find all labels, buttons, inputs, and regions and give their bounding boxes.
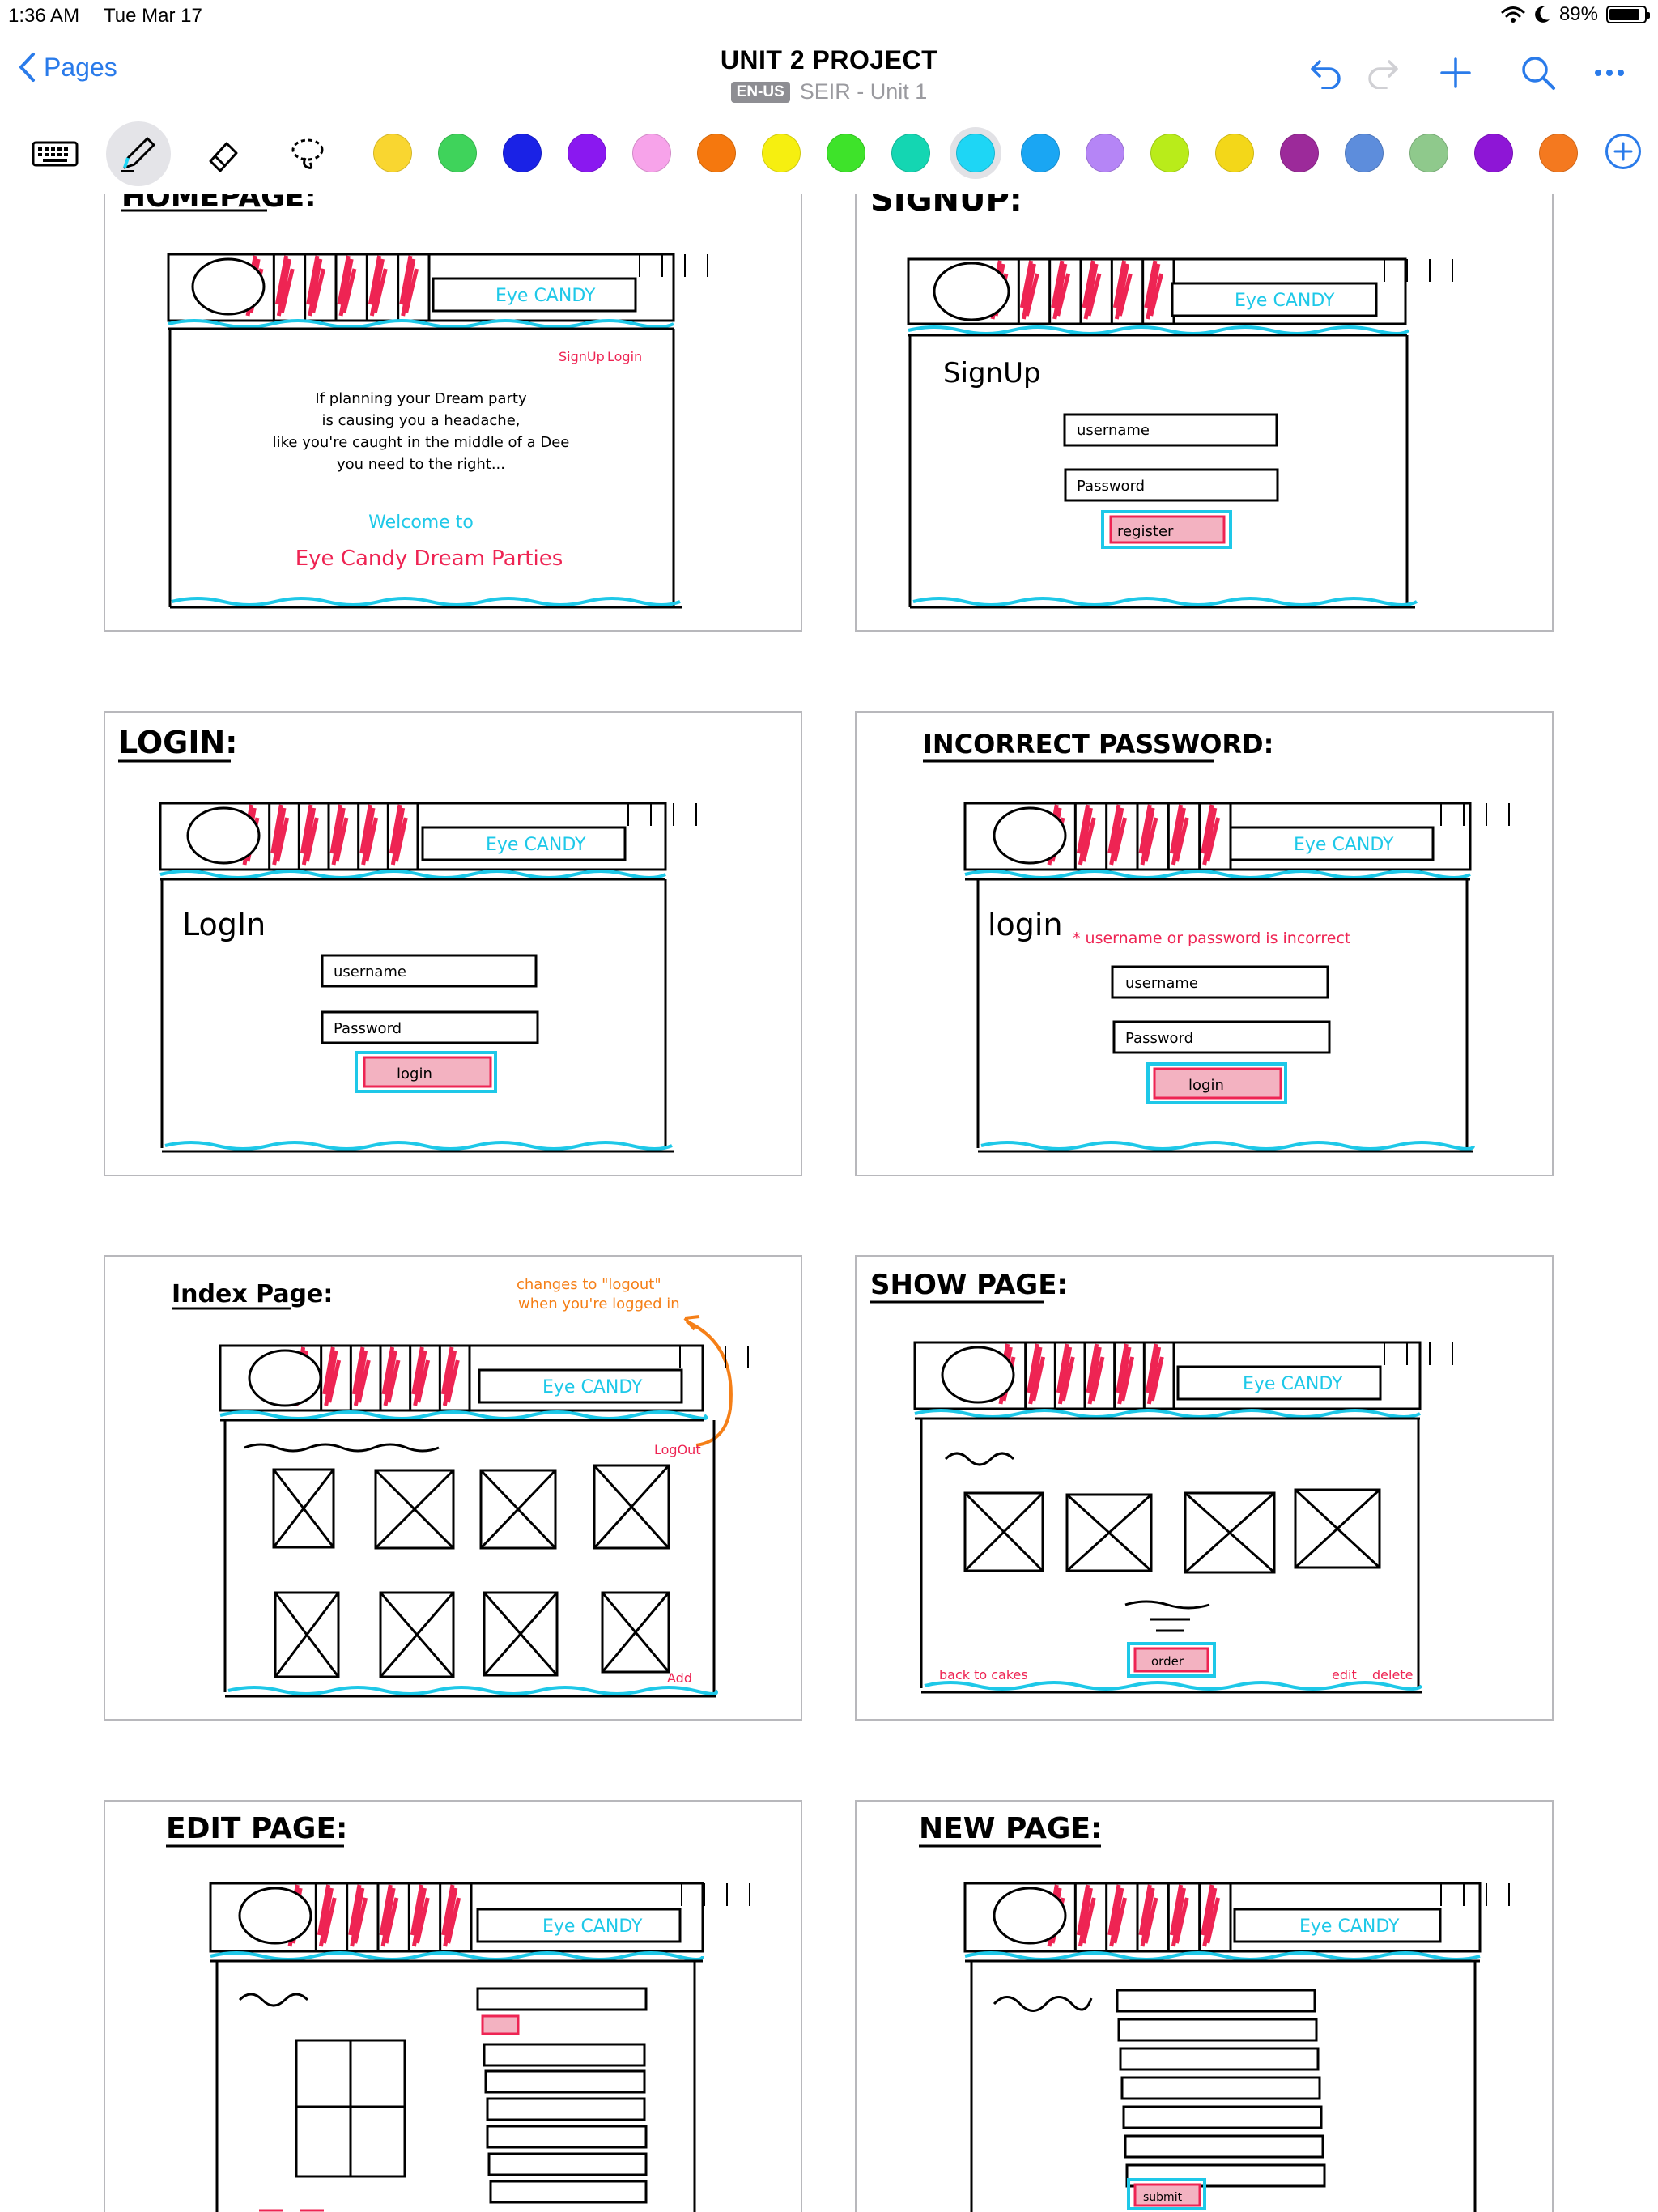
status-time: 1:36 AM: [8, 5, 80, 27]
undo-icon: [1311, 60, 1341, 89]
color-swatch[interactable]: [1280, 134, 1319, 172]
color-swatch[interactable]: [956, 134, 995, 172]
color-swatch[interactable]: [1409, 134, 1448, 172]
color-swatch[interactable]: [1150, 134, 1189, 172]
lasso-tool-button[interactable]: [275, 121, 340, 186]
wifi-icon: [1501, 6, 1525, 23]
pen-tool-button[interactable]: [106, 121, 171, 186]
add-button[interactable]: [1431, 49, 1480, 97]
notebook-page-5[interactable]: [104, 1255, 802, 1721]
color-swatch[interactable]: [827, 134, 865, 172]
battery-level: [1609, 9, 1640, 20]
search-icon: [1522, 57, 1555, 90]
status-right: 89%: [1501, 3, 1650, 26]
search-button[interactable]: [1514, 49, 1562, 97]
drawing-toolbar: [0, 113, 1658, 194]
notebook-page-1[interactable]: [104, 194, 802, 632]
color-swatch[interactable]: [1021, 134, 1060, 172]
color-swatch[interactable]: [438, 134, 477, 172]
battery-percent: 89%: [1558, 3, 1598, 25]
color-swatch[interactable]: [891, 134, 930, 172]
add-color-button[interactable]: [1605, 134, 1641, 169]
battery-icon: [1606, 6, 1650, 23]
pen-icon: [121, 137, 155, 172]
keyboard-icon: [32, 141, 79, 167]
more-icon: [1595, 70, 1624, 76]
eraser-icon: [209, 142, 238, 172]
notebook-page-2[interactable]: [855, 194, 1554, 632]
redo-icon: [1368, 60, 1398, 89]
color-swatch[interactable]: [1539, 134, 1578, 172]
notebook-page-8[interactable]: [855, 1800, 1554, 2212]
notebook-canvas[interactable]: HOMEPAGE: Eye CANDY SignUp Login If plan…: [0, 194, 1658, 2212]
color-swatch[interactable]: [1474, 134, 1513, 172]
navigation-bar: Pages UNIT 2 PROJECT EN-US SEIR - Unit 1: [0, 32, 1658, 113]
lasso-icon: [291, 138, 324, 169]
notebook-page-3[interactable]: [104, 711, 802, 1176]
notebook-page-7[interactable]: [104, 1800, 802, 2212]
notebook-page-6[interactable]: [855, 1255, 1554, 1721]
status-date: Tue Mar 17: [104, 5, 202, 27]
undo-button[interactable]: [1302, 49, 1350, 97]
color-swatch[interactable]: [697, 134, 736, 172]
color-swatch[interactable]: [1345, 134, 1384, 172]
color-swatch[interactable]: [762, 134, 801, 172]
notebook-name: SEIR - Unit 1: [799, 79, 928, 104]
document-title[interactable]: UNIT 2 PROJECT: [0, 45, 1658, 75]
color-swatch[interactable]: [373, 134, 412, 172]
document-subtitle: EN-US SEIR - Unit 1: [0, 79, 1658, 104]
plus-icon: [1613, 142, 1633, 161]
more-button[interactable]: [1585, 49, 1634, 97]
color-swatch[interactable]: [1086, 134, 1124, 172]
moon-icon: [1535, 6, 1550, 23]
keyboard-button[interactable]: [23, 121, 87, 186]
status-bar: 1:36 AM Tue Mar 17 89%: [0, 0, 1658, 32]
color-swatch[interactable]: [503, 134, 542, 172]
color-swatch[interactable]: [1215, 134, 1254, 172]
color-swatch[interactable]: [632, 134, 671, 172]
redo-button[interactable]: [1358, 49, 1407, 97]
notebook-page-4[interactable]: [855, 711, 1554, 1176]
eraser-tool-button[interactable]: [190, 121, 255, 186]
add-icon: [1440, 57, 1471, 88]
language-badge[interactable]: EN-US: [730, 82, 790, 103]
color-swatch[interactable]: [568, 134, 606, 172]
